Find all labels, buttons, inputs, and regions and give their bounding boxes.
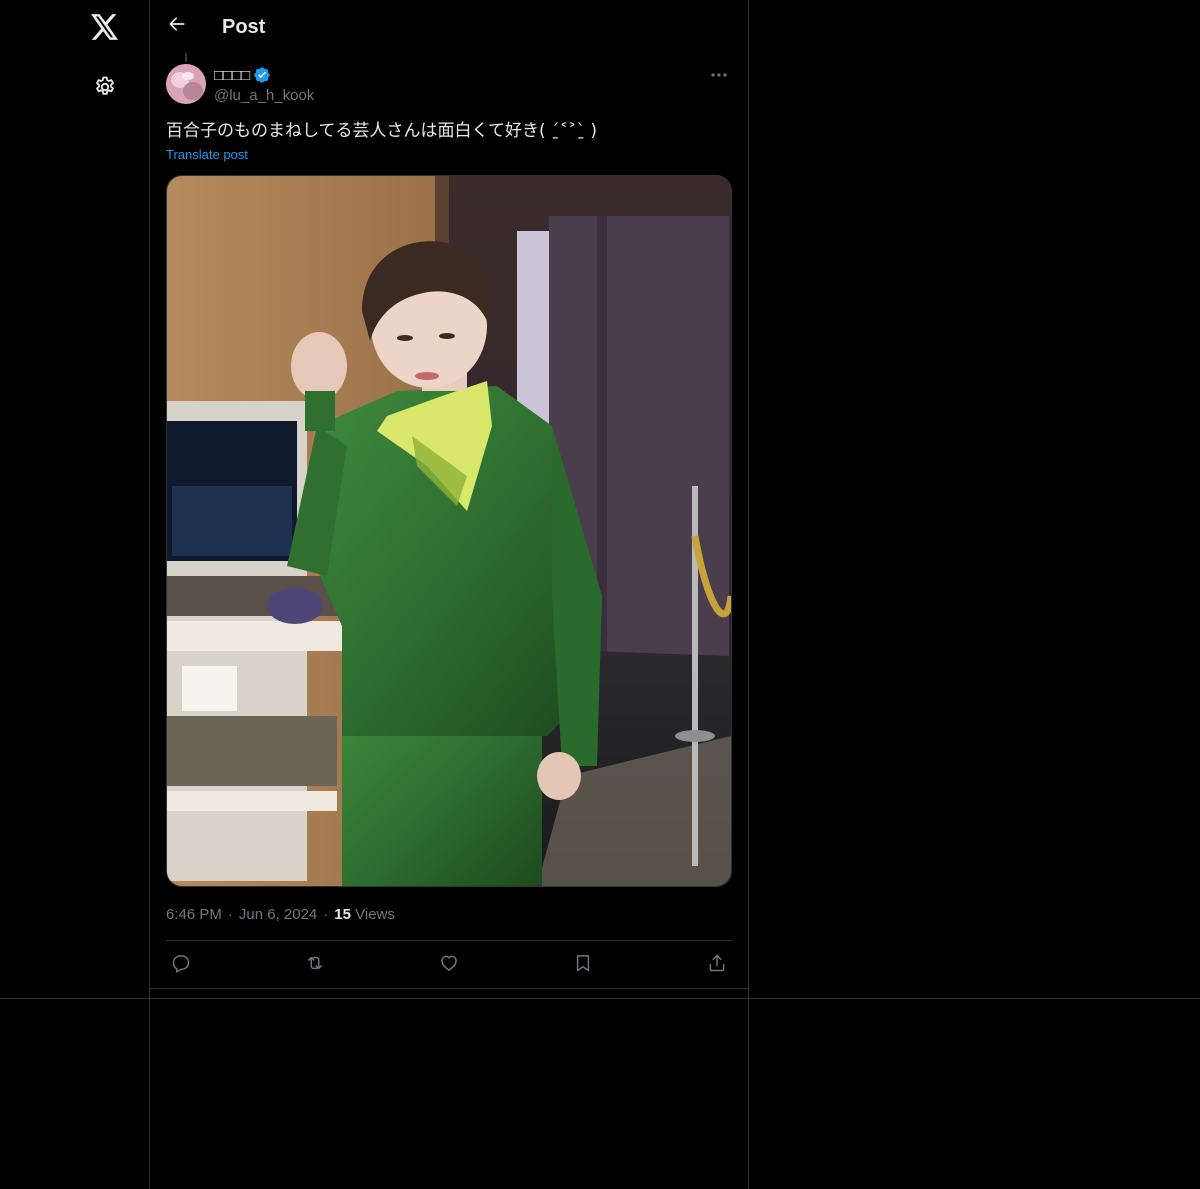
thread-connector-line	[185, 53, 187, 62]
post-actions-bar	[166, 941, 732, 987]
page-header: Post	[150, 0, 748, 53]
meta-separator: ·	[323, 906, 329, 923]
author-handle[interactable]: @lu_a_h_kook	[214, 86, 314, 106]
views-count: 15	[334, 906, 351, 923]
post-photo[interactable]	[166, 175, 732, 887]
author-display-name[interactable]: □□□□	[214, 67, 250, 84]
photo-illustration	[167, 176, 731, 886]
post-time[interactable]: 6:46 PM	[166, 906, 222, 923]
bookmark-button[interactable]	[570, 952, 596, 978]
bookmark-icon	[573, 953, 593, 978]
post-text: 百合子のものまねしてる芸人さんは面白くて好き( ˊ̱˂˃ˋ̱ )	[166, 121, 598, 141]
author-name-row: □□□□	[214, 64, 314, 86]
like-button[interactable]	[436, 952, 462, 978]
author-info: □□□□ @lu_a_h_kook	[214, 64, 314, 106]
like-icon	[439, 953, 459, 978]
share-button[interactable]	[704, 952, 730, 978]
reply-icon	[171, 953, 191, 978]
avatar[interactable]	[166, 64, 206, 104]
meta-separator: ·	[227, 906, 233, 923]
x-logo-icon[interactable]	[88, 10, 122, 44]
page-title: Post	[222, 16, 266, 38]
more-options-button[interactable]	[704, 64, 734, 84]
main-column: Post □□□□ @lu_a_h_kook 百合子のものまねしてる芸人さんは面…	[150, 0, 749, 1189]
translate-post-link[interactable]: Translate post	[166, 146, 248, 164]
layout-divider	[0, 998, 1200, 999]
repost-icon	[304, 953, 326, 978]
back-button[interactable]	[164, 13, 190, 39]
post-date[interactable]: Jun 6, 2024	[239, 906, 317, 923]
views-label: Views	[355, 906, 395, 923]
arrow-left-icon	[167, 14, 187, 39]
repost-button[interactable]	[302, 952, 328, 978]
share-icon	[707, 953, 727, 978]
gear-icon[interactable]	[91, 73, 119, 101]
page: Post □□□□ @lu_a_h_kook 百合子のものまねしてる芸人さんは面…	[0, 0, 1200, 1189]
left-nav-rail	[0, 0, 150, 1189]
reply-button[interactable]	[168, 952, 194, 978]
post: □□□□ @lu_a_h_kook 百合子のものまねしてる芸人さんは面白くて好き…	[150, 53, 748, 989]
verified-badge-icon[interactable]	[253, 66, 271, 84]
post-meta: 6:46 PM · Jun 6, 2024 · 15 Views	[166, 905, 395, 925]
more-horizontal-icon	[710, 65, 728, 83]
